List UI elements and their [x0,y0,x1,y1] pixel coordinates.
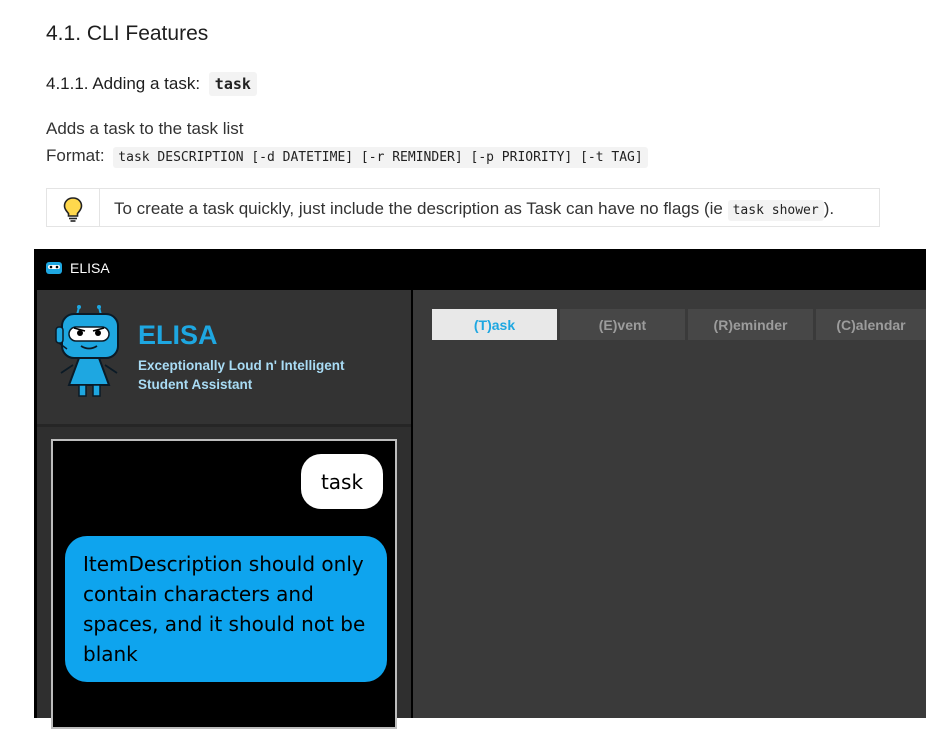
window-titlebar[interactable]: ELISA [34,249,926,287]
tab-task[interactable]: (T)ask [432,309,557,340]
tab-reminder[interactable]: (R)eminder [688,309,813,340]
elisa-window: ELISA ELISA Exceptionally Loud n' Intell… [34,249,926,729]
format-label: Format: [46,146,105,165]
tip-text-after: ). [823,199,835,218]
tip-icon-cell [47,189,100,226]
tab-calendar[interactable]: (C)alendar [816,309,926,340]
chat-panel[interactable]: task ItemDescription should only contain… [51,439,397,729]
robot-app-icon [46,262,62,274]
subsection-title: 4.1.1. Adding a task: task [46,72,257,96]
bot-message-bubble: ItemDescription should only contain char… [65,536,387,682]
description-text: Adds a task to the task list [46,119,244,138]
tip-text-before: To create a task quickly, just include t… [114,199,723,218]
robot-mascot-icon [55,305,119,397]
user-message-bubble: task [301,454,383,509]
format-code: task DESCRIPTION [-d DATETIME] [-r REMIN… [113,147,648,168]
format-line: Format: task DESCRIPTION [-d DATETIME] [… [46,146,648,168]
subsection-code: task [208,72,257,96]
app-header: ELISA Exceptionally Loud n' Intelligent … [37,290,411,427]
subsection-title-text: 4.1.1. Adding a task: [46,74,201,93]
window-title: ELISA [70,260,110,276]
tip-code: task shower [727,200,824,221]
tip-text: To create a task quickly, just include t… [114,199,835,221]
app-name: ELISA [138,320,218,350]
tab-event[interactable]: (E)vent [560,309,685,340]
right-pane: (T)ask (E)vent (R)eminder (C)alendar [413,290,926,718]
lightbulb-icon [63,197,83,222]
app-tagline: Exceptionally Loud n' Intelligent Studen… [138,358,345,392]
tip-box: To create a task quickly, just include t… [46,188,880,227]
section-title: 4.1. CLI Features [46,22,209,45]
left-pane: ELISA Exceptionally Loud n' Intelligent … [37,290,411,729]
